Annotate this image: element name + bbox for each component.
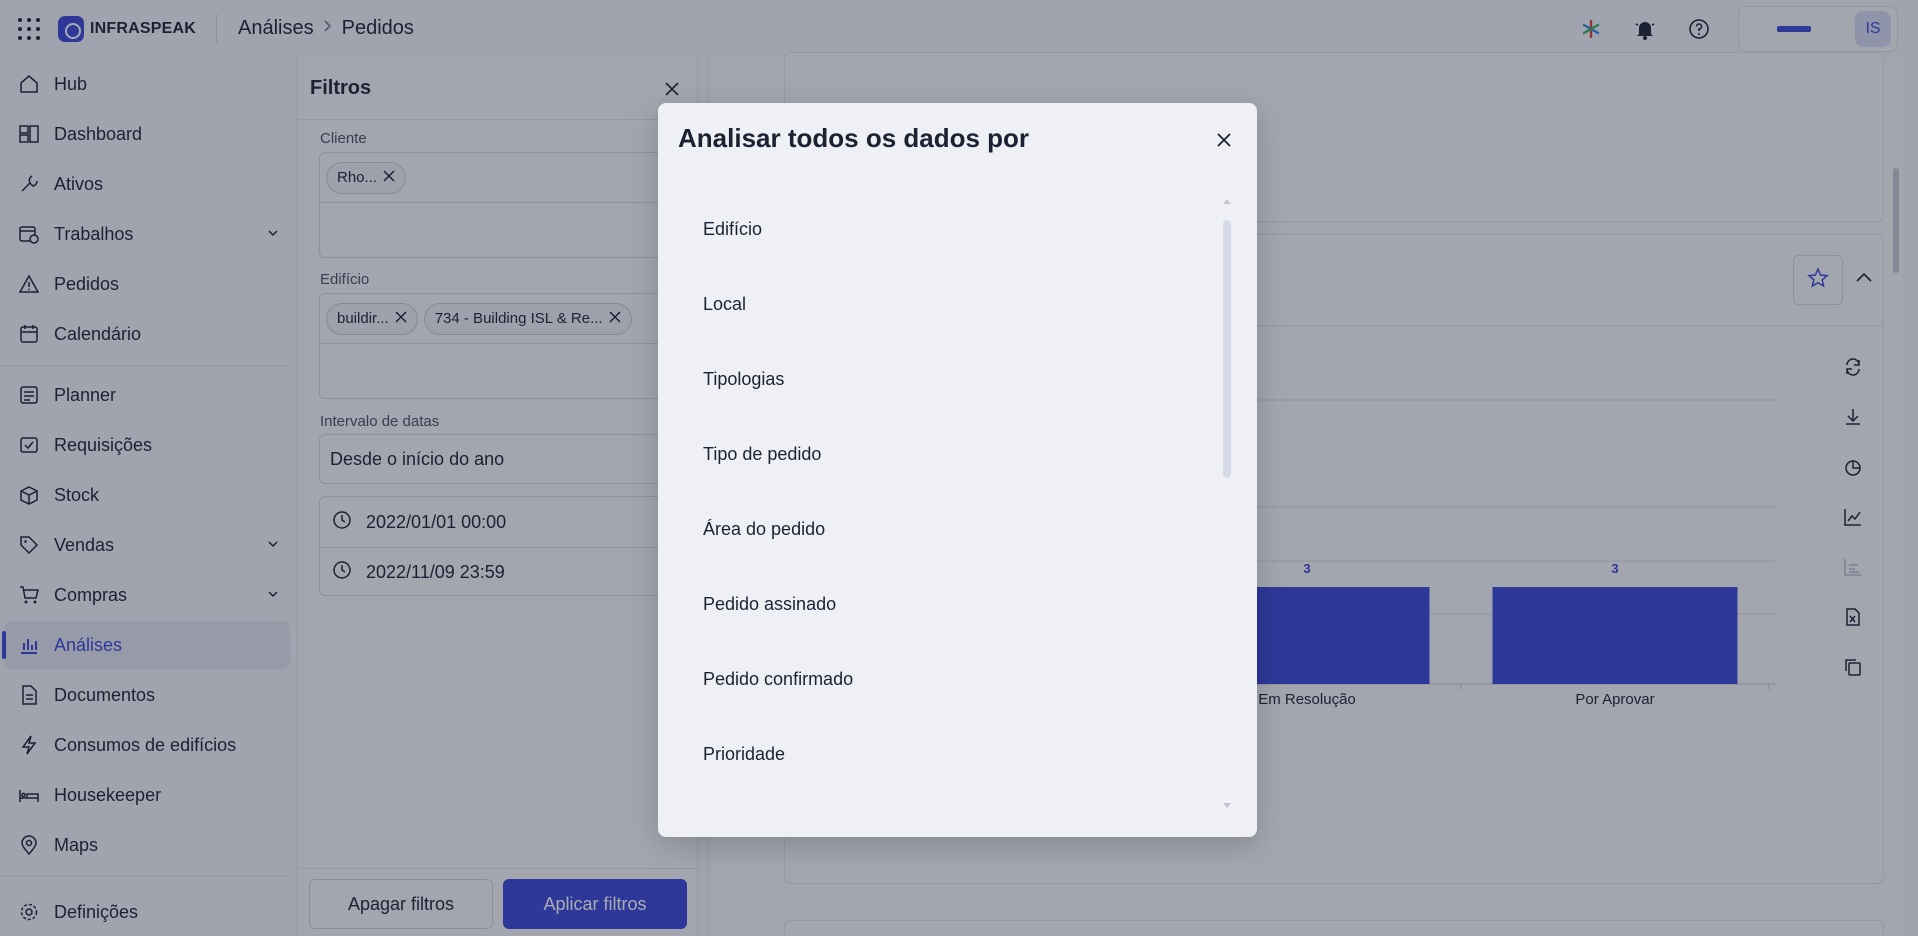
dimension-option-pedido-confirmado[interactable]: Pedido confirmado [678,651,1198,707]
dimension-option-pedido-assinado[interactable]: Pedido assinado [678,576,1198,632]
dialog-scrollbar[interactable] [1223,220,1231,478]
dimension-option-prioridade[interactable]: Prioridade [678,726,1198,782]
dialog-title: Analisar todos os dados por [678,123,1030,153]
close-icon[interactable] [1213,129,1235,151]
dimension-option-edificio[interactable]: Edifício [678,201,1198,257]
scroll-down-arrow[interactable] [1223,803,1231,808]
scroll-up-arrow[interactable] [1223,199,1231,204]
dimension-option-area-pedido[interactable]: Área do pedido [678,501,1198,557]
analyze-by-dialog: Analisar todos os dados por Edifício Loc… [658,103,1257,837]
dimension-option-tipologias[interactable]: Tipologias [678,351,1198,407]
dimension-option-tipo-pedido[interactable]: Tipo de pedido [678,426,1198,482]
dimension-option-local[interactable]: Local [678,276,1198,332]
